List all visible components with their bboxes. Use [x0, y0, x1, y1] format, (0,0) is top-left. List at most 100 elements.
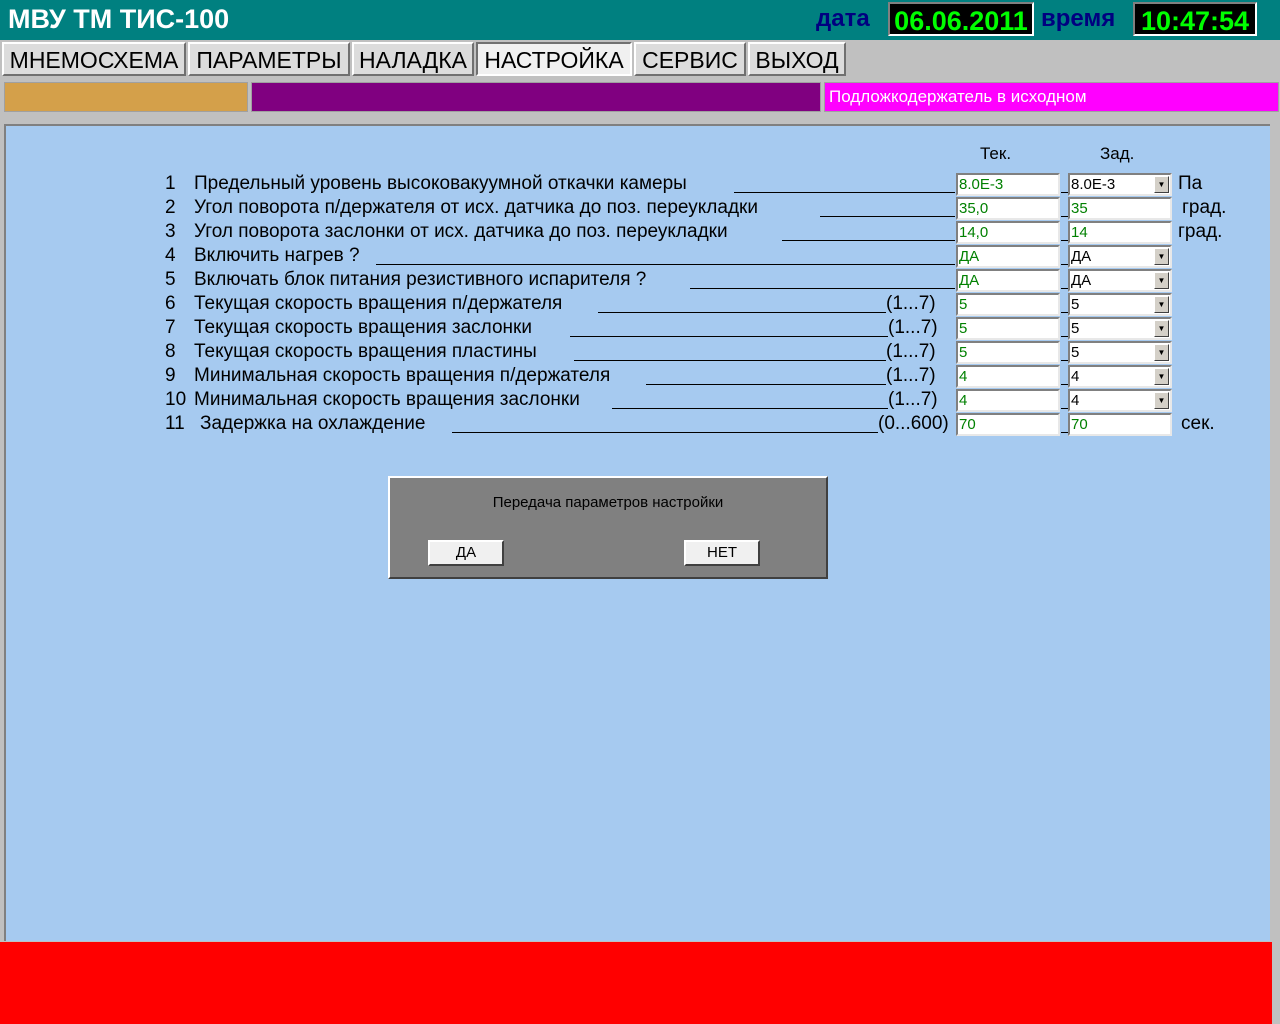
- dropdown-arrow-icon[interactable]: ▼: [1154, 344, 1169, 361]
- row-underline: [376, 264, 955, 265]
- menu-settings-button[interactable]: НАСТРОЙКА: [476, 42, 632, 76]
- dropdown-arrow-icon[interactable]: ▼: [1154, 368, 1169, 385]
- field-separator: [1061, 288, 1068, 289]
- parameter-row: 4 Включить нагрев ? ДА ДА ▼: [0, 245, 1280, 269]
- setpoint-value: 70: [1071, 416, 1088, 433]
- field-separator: [1061, 432, 1068, 433]
- time-display: 10:47:54: [1133, 2, 1257, 36]
- menu-adjustment-button[interactable]: НАЛАДКА: [352, 42, 474, 76]
- parameter-row: 11 Задержка на охлаждение (0...600) 70 70 сек…: [0, 413, 1280, 437]
- dropdown-arrow-icon[interactable]: ▼: [1154, 320, 1169, 337]
- row-underline: [690, 288, 955, 289]
- setpoint-input[interactable]: 35: [1068, 197, 1172, 220]
- row-underline: [570, 336, 888, 337]
- row-range: (1...7): [886, 341, 936, 362]
- row-range: (1...7): [886, 293, 936, 314]
- date-display: 06.06.2011: [888, 2, 1034, 36]
- setpoint-dropdown[interactable]: 5 ▼: [1068, 317, 1172, 340]
- row-unit: град.: [1178, 221, 1223, 242]
- menu-parameters-button[interactable]: ПАРАМЕТРЫ: [188, 42, 350, 76]
- app-title: МВУ ТМ ТИС-100: [8, 4, 230, 34]
- row-label: Включать блок питания резистивного испар…: [194, 269, 647, 290]
- setpoint-value: ДА: [1071, 248, 1092, 265]
- column-header-set: Зад.: [1100, 144, 1135, 163]
- transfer-dialog: Передача параметров настройки ДА НЕТ: [388, 476, 828, 579]
- parameter-row: 6 Текущая скорость вращения п/держателя (1…: [0, 293, 1280, 317]
- row-label: Текущая скорость вращения пластины: [194, 341, 537, 362]
- dropdown-arrow-icon[interactable]: ▼: [1154, 296, 1169, 313]
- row-number: 10: [165, 389, 187, 410]
- row-underline: [598, 312, 886, 313]
- field-separator: [1061, 384, 1068, 385]
- dropdown-arrow-icon[interactable]: ▼: [1154, 392, 1169, 409]
- setpoint-value: 5: [1071, 296, 1080, 313]
- row-label: Минимальная скорость вращения п/держател…: [194, 365, 611, 386]
- current-value-field: 35,0: [956, 197, 1060, 220]
- field-separator: [1061, 408, 1068, 409]
- status-indicator-2: [251, 82, 821, 112]
- dropdown-arrow-icon[interactable]: ▼: [1154, 248, 1169, 265]
- row-underline: [782, 240, 955, 241]
- row-label: Текущая скорость вращения заслонки: [194, 317, 532, 338]
- dropdown-arrow-icon[interactable]: ▼: [1154, 176, 1169, 193]
- setpoint-dropdown[interactable]: 5 ▼: [1068, 341, 1172, 364]
- parameter-row: 1 Предельный уровень высоковакуумной отка…: [0, 173, 1280, 197]
- time-label: время: [1041, 5, 1116, 32]
- row-unit: град.: [1182, 197, 1227, 218]
- setpoint-value: 4: [1071, 368, 1080, 385]
- parameter-row: 10 Минимальная скорость вращения заслонки…: [0, 389, 1280, 413]
- row-label: Включить нагрев ?: [194, 245, 360, 266]
- row-number: 9: [165, 365, 176, 386]
- setpoint-dropdown[interactable]: ДА ▼: [1068, 245, 1172, 268]
- menu-exit-button[interactable]: ВЫХОД: [748, 42, 846, 76]
- row-number: 1: [165, 173, 176, 194]
- menu-mnemoscheme-button[interactable]: МНЕМОСХЕМА: [2, 42, 186, 76]
- setpoint-input[interactable]: 14: [1068, 221, 1172, 244]
- row-number: 5: [165, 269, 176, 290]
- setpoint-value: 5: [1071, 344, 1080, 361]
- setpoint-dropdown[interactable]: 4 ▼: [1068, 389, 1172, 412]
- current-value-field: ДА: [956, 269, 1060, 292]
- row-underline: [646, 384, 886, 385]
- dialog-title: Передача параметров настройки: [492, 494, 724, 511]
- setpoint-value: 4: [1071, 392, 1080, 409]
- date-label: дата: [816, 5, 870, 32]
- field-separator: [1061, 264, 1068, 265]
- field-separator: [1061, 312, 1068, 313]
- row-range: (0...600): [878, 413, 949, 434]
- row-unit: Па: [1178, 173, 1203, 194]
- setpoint-dropdown[interactable]: 5 ▼: [1068, 293, 1172, 316]
- parameter-row: 5 Включать блок питания резистивного испа…: [0, 269, 1280, 293]
- parameter-row: 7 Текущая скорость вращения заслонки (1...…: [0, 317, 1280, 341]
- row-underline: [574, 360, 886, 361]
- setpoint-dropdown[interactable]: 4 ▼: [1068, 365, 1172, 388]
- current-value-field: 5: [956, 317, 1060, 340]
- dialog-yes-button[interactable]: ДА: [428, 540, 504, 566]
- field-separator: [1061, 336, 1068, 337]
- setpoint-value: 5: [1071, 320, 1080, 337]
- setpoint-value: 8.0E-3: [1071, 176, 1116, 193]
- field-separator: [1061, 192, 1068, 193]
- status-message: Подложкодержатель в исходном: [824, 82, 1279, 112]
- row-range: (1...7): [886, 365, 936, 386]
- setpoint-input[interactable]: 70: [1068, 413, 1172, 436]
- field-separator: [1061, 360, 1068, 361]
- current-value-field: ДА: [956, 245, 1060, 268]
- current-value-field: 4: [956, 365, 1060, 388]
- row-number: 8: [165, 341, 176, 362]
- menu-service-button[interactable]: СЕРВИС: [634, 42, 746, 76]
- row-number: 3: [165, 221, 176, 242]
- dropdown-arrow-icon[interactable]: ▼: [1154, 272, 1169, 289]
- setpoint-dropdown[interactable]: 8.0E-3 ▼: [1068, 173, 1172, 196]
- field-separator: [1061, 216, 1068, 217]
- row-range: (1...7): [888, 389, 938, 410]
- current-value-field: 4: [956, 389, 1060, 412]
- parameter-row: 9 Минимальная скорость вращения п/держате…: [0, 365, 1280, 389]
- setpoint-dropdown[interactable]: ДА ▼: [1068, 269, 1172, 292]
- current-value-field: 70: [956, 413, 1060, 436]
- row-label: Угол поворота заслонки от исх. датчика д…: [194, 221, 728, 242]
- current-value-field: 5: [956, 341, 1060, 364]
- row-underline: [734, 192, 955, 193]
- dialog-no-button[interactable]: НЕТ: [684, 540, 760, 566]
- row-label: Текущая скорость вращения п/держателя: [194, 293, 563, 314]
